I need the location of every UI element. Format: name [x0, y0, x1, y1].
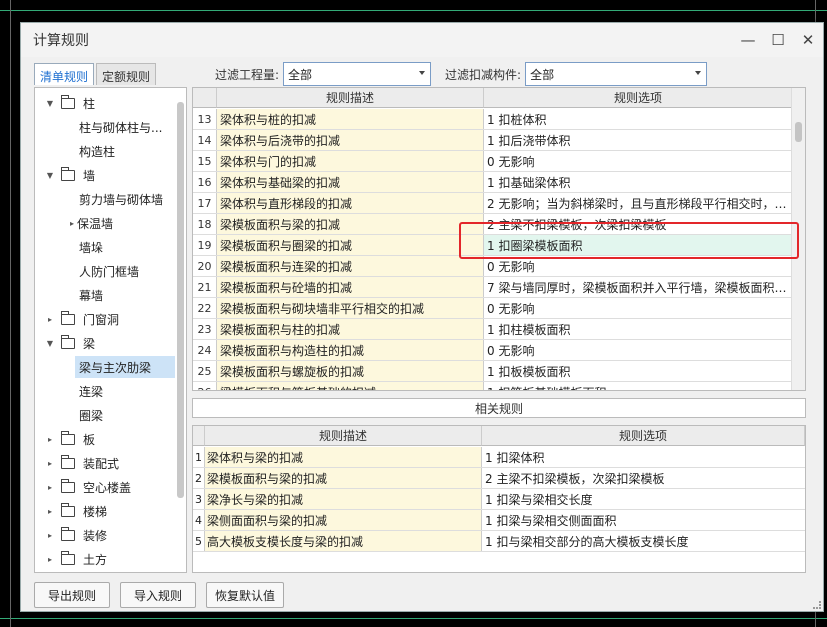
related-row[interactable]: 3 梁净长与梁的扣减 1 扣梁与梁相交长度 — [193, 489, 805, 510]
collapse-arrow-icon[interactable]: ▸ — [45, 483, 55, 492]
collapse-arrow-icon[interactable]: ▸ — [45, 315, 55, 324]
folder-icon — [61, 310, 75, 325]
scrollbar-thumb[interactable] — [795, 122, 802, 142]
tree-node-beam-rib[interactable]: 梁与主次肋梁 — [75, 356, 175, 378]
title-bar: 计算规则 — ☐ ✕ — [21, 23, 823, 57]
table-row[interactable]: 13 梁体积与桩的扣减 1 扣桩体积 — [193, 109, 793, 130]
rules-table-header-desc[interactable]: 规则描述 — [217, 88, 484, 108]
table-row[interactable]: 21 梁模板面积与砼墙的扣减 7 梁与墙同厚时，梁模板面积并入平行墙，梁模板面积… — [193, 277, 793, 298]
project-qty-filter-label: 过滤工程量: — [215, 67, 280, 82]
folder-icon — [61, 478, 75, 493]
deduct-filter-value: 全部 — [530, 67, 555, 82]
tree-node-stairs[interactable]: ▸ 楼梯 — [45, 500, 107, 522]
related-rules-table: 规则描述 规则选项 1 梁体积与梁的扣减 1 扣梁体积 2 梁模板面积与梁的扣减 2 主… — [192, 425, 806, 573]
expand-arrow-icon[interactable]: ▼ — [45, 339, 55, 348]
calc-rules-dialog: 计算规则 — ☐ ✕ 清单规则 定额规则 过滤工程量: 全部 过滤扣减构件: 全… — [20, 22, 824, 612]
tab-bill-rules[interactable]: 清单规则 — [34, 63, 95, 85]
close-icon[interactable]: ✕ — [793, 25, 823, 55]
project-qty-filter-select[interactable]: 全部 — [283, 62, 432, 86]
collapse-arrow-icon[interactable]: ▸ — [45, 531, 55, 540]
project-qty-filter-value: 全部 — [288, 67, 313, 82]
collapse-arrow-icon[interactable]: ▸ — [45, 459, 55, 468]
table-row[interactable]: 23 梁模板面积与柱的扣减 1 扣柱模板面积 — [193, 319, 793, 340]
deduct-filter-select[interactable]: 全部 — [525, 62, 708, 86]
related-table-corner — [193, 426, 205, 446]
collapse-arrow-icon[interactable]: ▸ — [45, 435, 55, 444]
collapse-arrow-icon[interactable]: ▸ — [67, 219, 77, 228]
tree-node-decoration[interactable]: ▸ 装修 — [45, 524, 107, 546]
tree-node-earthwork[interactable]: ▸ 土方 — [45, 548, 107, 570]
related-table-header-option[interactable]: 规则选项 — [482, 426, 805, 446]
related-table-header-desc[interactable]: 规则描述 — [205, 426, 482, 446]
table-row[interactable]: 17 梁体积与直形梯段的扣减 2 无影响；当为斜梯梁时，且与直形梯段平行相交时，… — [193, 193, 793, 214]
resize-grip-icon[interactable] — [813, 601, 821, 609]
cad-line — [10, 0, 11, 627]
export-rules-button[interactable]: 导出规则 — [34, 582, 110, 608]
tree-node-civil-defense-wall[interactable]: 人防门框墙 — [75, 260, 143, 282]
folder-icon — [61, 334, 75, 349]
filter-row: 过滤工程量: 全部 过滤扣减构件: 全部 — [215, 62, 721, 86]
rules-table-corner — [193, 88, 217, 108]
folder-icon — [61, 166, 75, 181]
tree-node-constructional-column[interactable]: 构造柱 — [75, 140, 119, 162]
cad-line — [0, 618, 827, 619]
related-row[interactable]: 1 梁体积与梁的扣减 1 扣梁体积 — [193, 447, 805, 468]
table-row[interactable]: 20 梁模板面积与连梁的扣减 0 无影响 — [193, 256, 793, 277]
table-row[interactable]: 26梁模板面积与筏板基础的扣减1 扣筏板基础模板面积 — [193, 382, 793, 390]
component-tree: ▼ 柱 柱与砌体柱与... 构造柱 ▼ 墙 剪力墙与砌体墙 ▸ 保温墙 墙垛 人防门框… — [34, 87, 187, 573]
chevron-down-icon — [419, 71, 426, 75]
expand-arrow-icon[interactable]: ▼ — [45, 171, 55, 180]
tree-node-shear-wall[interactable]: 剪力墙与砌体墙 — [75, 188, 167, 210]
tree-node-column[interactable]: ▼ 柱 — [45, 92, 95, 114]
related-rules-title: 相关规则 — [192, 398, 806, 418]
tree-node-wall-stack[interactable]: 墙垛 — [75, 236, 107, 258]
folder-icon — [61, 430, 75, 445]
folder-icon — [61, 502, 75, 517]
rules-table-header-option[interactable]: 规则选项 — [484, 88, 793, 108]
tree-node-insulation-wall[interactable]: ▸ 保温墙 — [63, 212, 117, 234]
maximize-icon[interactable]: ☐ — [763, 25, 793, 55]
highlight-annotation-box — [459, 222, 799, 259]
related-row[interactable]: 2 梁模板面积与梁的扣减 2 主梁不扣梁模板，次梁扣梁模板 — [193, 468, 805, 489]
tree-node-door-window[interactable]: ▸ 门窗洞 — [45, 308, 119, 330]
folder-icon — [61, 526, 75, 541]
table-row[interactable]: 24 梁模板面积与构造柱的扣减 0 无影响 — [193, 340, 793, 361]
rule-tabs: 清单规则 定额规则 — [34, 63, 158, 85]
tree-node-wall[interactable]: ▼ 墙 — [45, 164, 95, 186]
tree-node-link-beam[interactable]: 连梁 — [75, 380, 107, 402]
tree-node-column-masonry[interactable]: 柱与砌体柱与... — [75, 116, 166, 138]
tab-quota-rules[interactable]: 定额规则 — [96, 63, 157, 85]
tree-scrollbar[interactable] — [177, 102, 184, 498]
folder-icon — [61, 94, 75, 109]
tree-node-curtain-wall[interactable]: 幕墙 — [75, 284, 107, 306]
minimize-icon[interactable]: — — [733, 25, 763, 55]
table-row[interactable]: 16 梁体积与基础梁的扣减 1 扣基础梁体积 — [193, 172, 793, 193]
deduct-filter-label: 过滤扣减构件: — [445, 67, 522, 82]
tree-node-hollow-floor[interactable]: ▸ 空心楼盖 — [45, 476, 131, 498]
collapse-arrow-icon[interactable]: ▸ — [45, 555, 55, 564]
folder-icon — [61, 550, 75, 565]
table-row[interactable]: 14 梁体积与后浇带的扣减 1 扣后浇带体积 — [193, 130, 793, 151]
restore-defaults-button[interactable]: 恢复默认值 — [206, 582, 284, 608]
related-row[interactable]: 5 高大模板支模长度与梁的扣减 1 扣与梁相交部分的高大模板支模长度 — [193, 531, 805, 552]
expand-arrow-icon[interactable]: ▼ — [45, 99, 55, 108]
tree-node-beam[interactable]: ▼ 梁 — [45, 332, 95, 354]
collapse-arrow-icon[interactable]: ▸ — [45, 507, 55, 516]
tree-node-ring-beam[interactable]: 圈梁 — [75, 404, 107, 426]
tree-node-prefab[interactable]: ▸ 装配式 — [45, 452, 119, 474]
table-row[interactable]: 15 梁体积与门的扣减 0 无影响 — [193, 151, 793, 172]
table-row[interactable]: 25 梁模板面积与螺旋板的扣减 1 扣板模板面积 — [193, 361, 793, 382]
folder-icon — [61, 454, 75, 469]
tree-node-slab[interactable]: ▸ 板 — [45, 428, 95, 450]
related-row[interactable]: 4 梁侧面面积与梁的扣减 1 扣梁与梁相交侧面面积 — [193, 510, 805, 531]
dialog-title: 计算规则 — [33, 33, 89, 49]
cad-line — [0, 10, 827, 11]
import-rules-button[interactable]: 导入规则 — [120, 582, 196, 608]
table-row[interactable]: 22 梁模板面积与砌块墙非平行相交的扣减 0 无影响 — [193, 298, 793, 319]
chevron-down-icon — [695, 71, 702, 75]
